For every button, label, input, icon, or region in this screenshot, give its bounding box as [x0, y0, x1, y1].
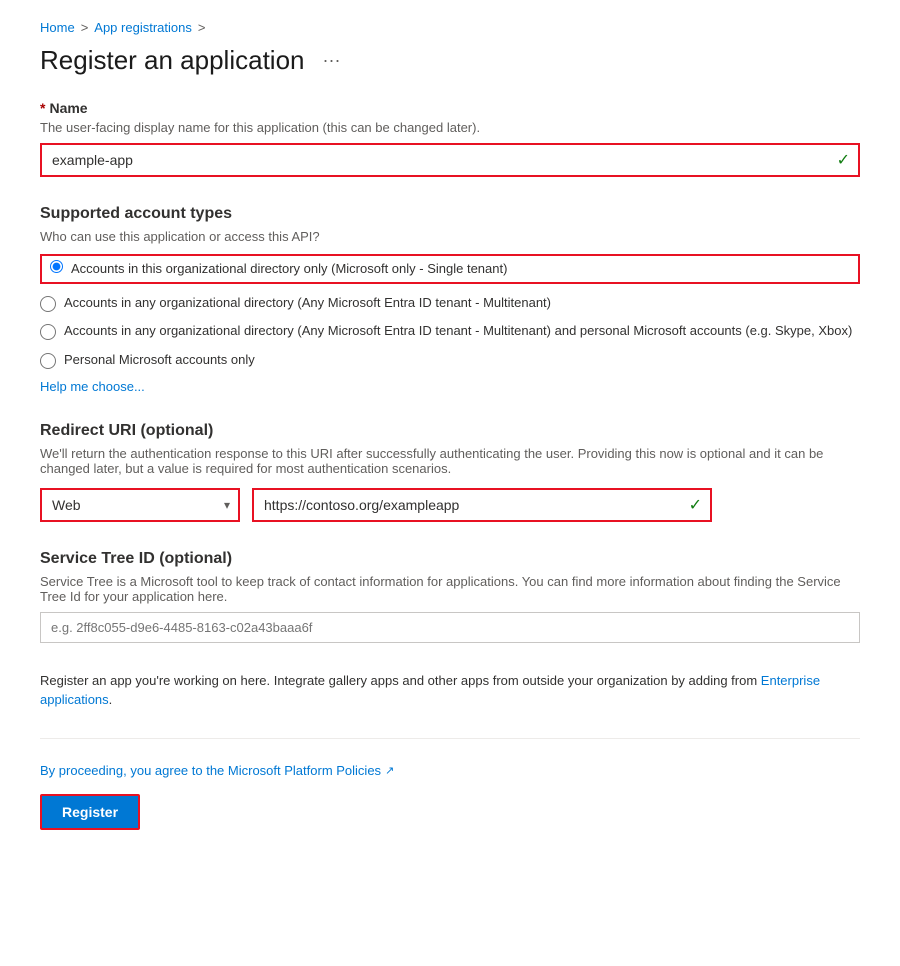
policy-link[interactable]: By proceeding, you agree to the Microsof…: [40, 763, 381, 778]
ellipsis-button[interactable]: ···: [317, 48, 347, 73]
service-tree-desc-text1: Service Tree is a Microsoft tool to keep…: [40, 574, 841, 604]
bottom-info: Register an app you're working on here. …: [40, 671, 860, 710]
radio-group: Accounts in this organizational director…: [40, 254, 860, 369]
radio-option-3-label[interactable]: Accounts in any organizational directory…: [64, 322, 852, 340]
redirect-uri-title: Redirect URI (optional): [40, 422, 860, 440]
uri-input-wrapper: ✓: [252, 488, 712, 522]
bottom-info-text: Register an app you're working on here. …: [40, 671, 860, 710]
name-section: *Name The user-facing display name for t…: [40, 100, 860, 177]
service-tree-description: Service Tree is a Microsoft tool to keep…: [40, 574, 860, 604]
radio-option-3-wrapper: Accounts in any organizational directory…: [40, 322, 860, 340]
breadcrumb-app-registrations[interactable]: App registrations: [94, 20, 192, 35]
service-tree-here-link[interactable]: here: [198, 589, 224, 604]
radio-option-2-wrapper: Accounts in any organizational directory…: [40, 294, 860, 312]
service-tree-input[interactable]: [40, 612, 860, 643]
radio-option-1-wrapper: Accounts in this organizational director…: [40, 254, 860, 284]
help-me-choose-link[interactable]: Help me choose...: [40, 379, 145, 394]
radio-option-4-label[interactable]: Personal Microsoft accounts only: [64, 351, 255, 369]
account-types-section: Supported account types Who can use this…: [40, 205, 860, 394]
policy-text: By proceeding, you agree to the Microsof…: [40, 763, 860, 778]
uri-input[interactable]: [254, 490, 689, 520]
platform-select[interactable]: Web SPA Public client/native (mobile & d…: [42, 490, 238, 520]
account-types-title: Supported account types: [40, 205, 860, 223]
bottom-info-before: Register an app you're working on here. …: [40, 673, 761, 688]
radio-option-2-label[interactable]: Accounts in any organizational directory…: [64, 294, 551, 312]
radio-option-1-label[interactable]: Accounts in this organizational director…: [71, 260, 507, 278]
radio-option-4-wrapper: Personal Microsoft accounts only: [40, 351, 860, 369]
redirect-uri-description: We'll return the authentication response…: [40, 446, 860, 476]
breadcrumb-sep1: >: [81, 20, 89, 35]
divider: [40, 738, 860, 739]
name-input[interactable]: [42, 145, 837, 175]
redirect-row: Web SPA Public client/native (mobile & d…: [40, 488, 860, 522]
page-title: Register an application: [40, 45, 305, 76]
who-label: Who can use this application or access t…: [40, 229, 860, 244]
page-title-row: Register an application ···: [40, 45, 860, 76]
redirect-uri-section: Redirect URI (optional) We'll return the…: [40, 422, 860, 522]
register-button[interactable]: Register: [40, 794, 140, 830]
breadcrumb-sep2: >: [198, 20, 206, 35]
uri-check-icon: ✓: [689, 495, 710, 515]
radio-option-1[interactable]: [50, 260, 63, 273]
breadcrumb-home[interactable]: Home: [40, 20, 75, 35]
name-description: The user-facing display name for this ap…: [40, 120, 860, 135]
name-input-wrapper: ✓: [40, 143, 860, 177]
service-tree-desc-text2: .: [224, 589, 228, 604]
platform-select-wrapper: Web SPA Public client/native (mobile & d…: [40, 488, 240, 522]
service-tree-title: Service Tree ID (optional): [40, 550, 860, 568]
bottom-info-after: .: [109, 692, 113, 707]
radio-option-3[interactable]: [40, 324, 56, 340]
radio-option-2[interactable]: [40, 296, 56, 312]
name-check-icon: ✓: [837, 150, 858, 170]
external-link-icon: ↗: [385, 764, 394, 777]
radio-option-4[interactable]: [40, 353, 56, 369]
breadcrumb: Home > App registrations >: [40, 20, 860, 35]
service-tree-section: Service Tree ID (optional) Service Tree …: [40, 550, 860, 643]
name-label: *Name: [40, 100, 860, 116]
required-star: *: [40, 100, 45, 116]
